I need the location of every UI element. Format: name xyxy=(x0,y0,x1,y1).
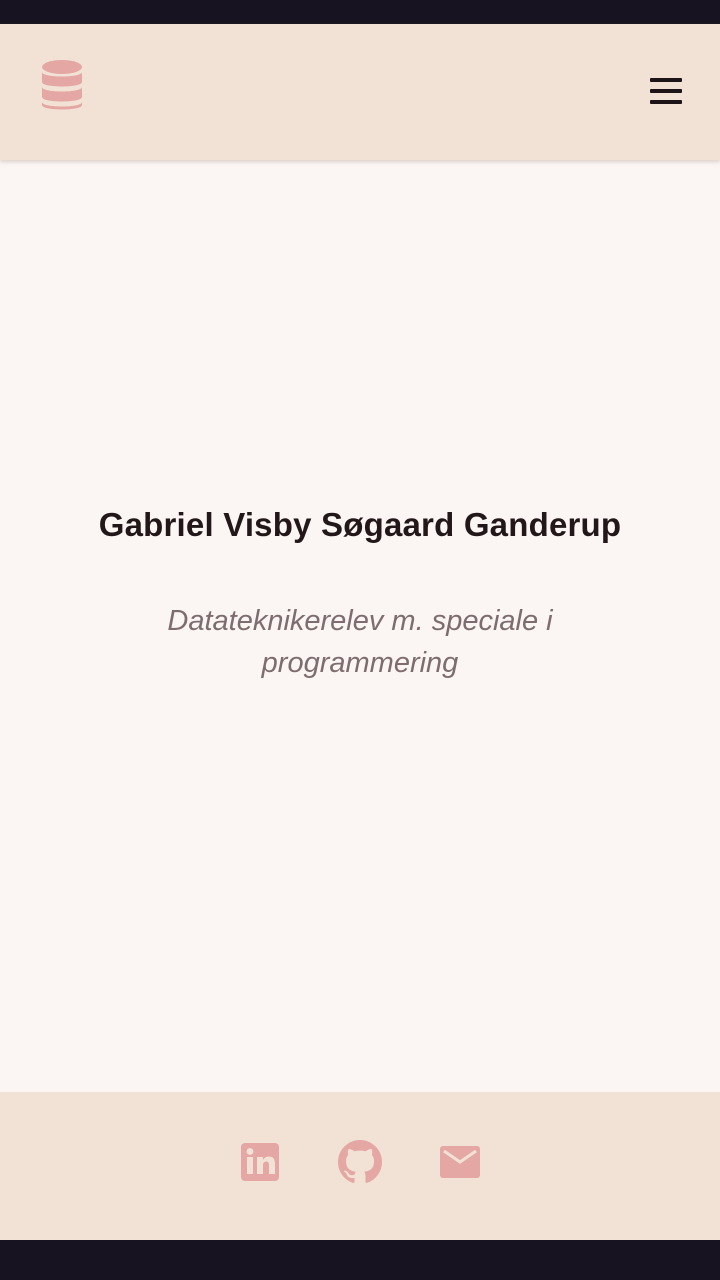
database-icon[interactable] xyxy=(38,58,86,114)
mail-icon xyxy=(440,1146,480,1178)
site-footer xyxy=(0,1092,720,1240)
status-bar xyxy=(0,0,720,24)
linkedin-link[interactable] xyxy=(238,1140,282,1184)
site-header xyxy=(0,24,720,160)
system-navigation-bar xyxy=(0,1240,720,1280)
linkedin-icon xyxy=(241,1143,279,1181)
mail-link[interactable] xyxy=(438,1140,482,1184)
page-title: Gabriel Visby Søgaard Ganderup xyxy=(98,506,622,543)
hamburger-menu-icon[interactable] xyxy=(646,74,686,108)
hero-section: Gabriel Visby Søgaard Ganderup Datatekni… xyxy=(0,160,720,1092)
hero-subtitle: Datateknikerelev m. speciale i programme… xyxy=(167,605,553,679)
github-link[interactable] xyxy=(338,1140,382,1184)
github-icon xyxy=(338,1140,382,1183)
